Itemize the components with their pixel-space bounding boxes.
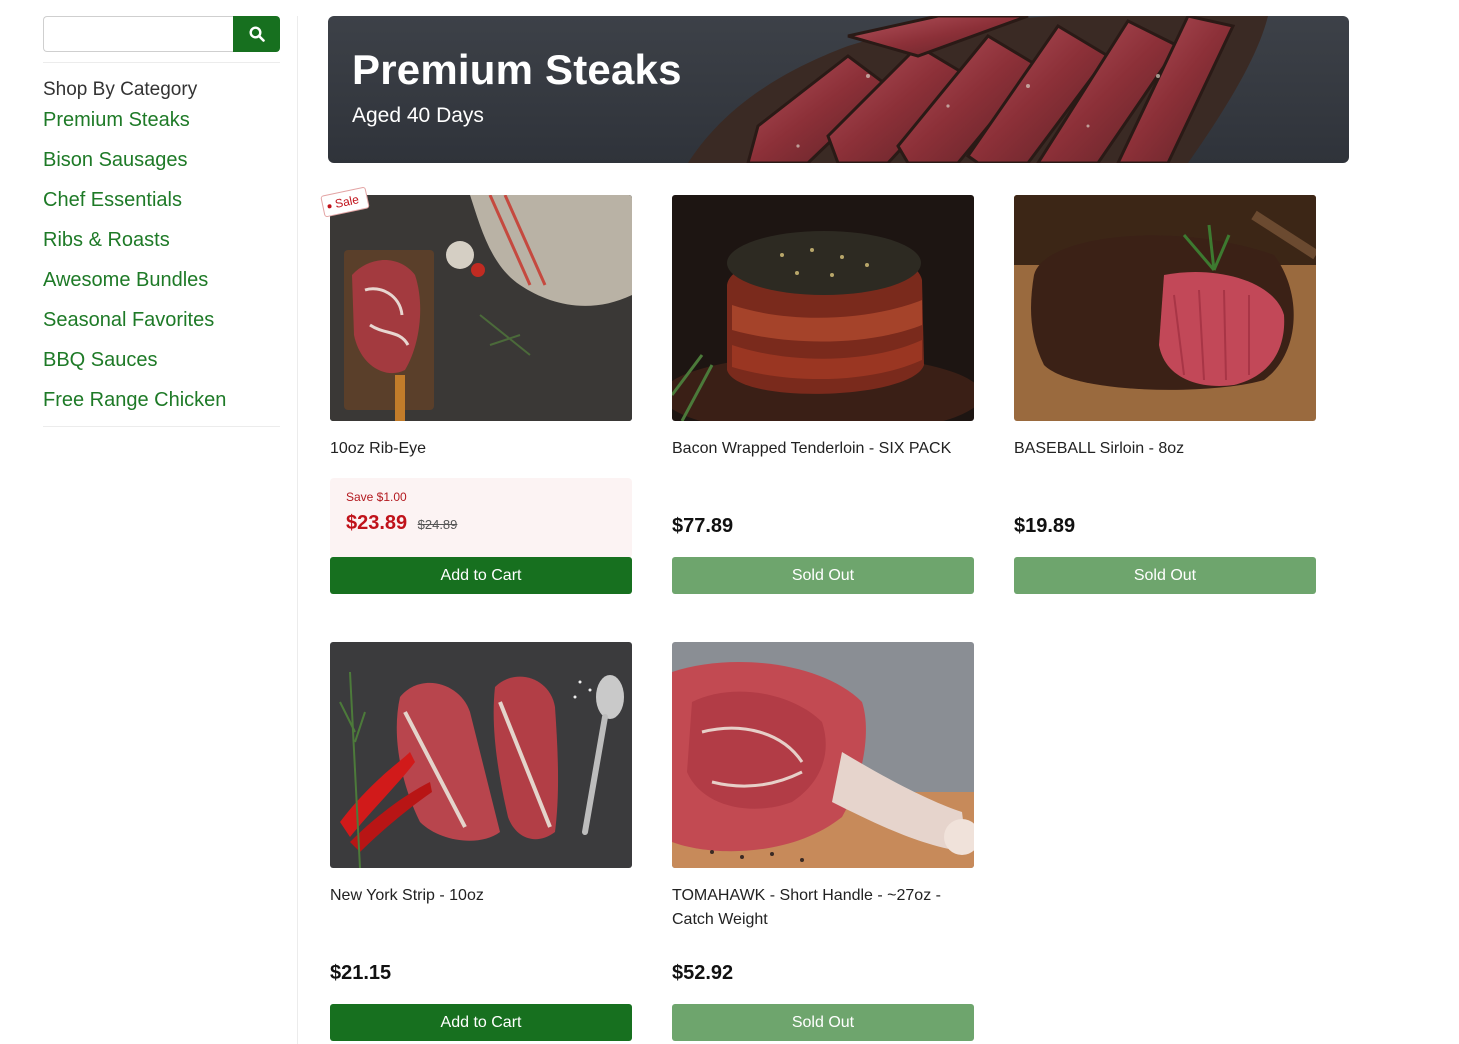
product-price: $77.89 <box>672 515 734 537</box>
price-box: $77.89 <box>672 515 974 538</box>
product-name: New York Strip - 10oz <box>330 887 484 904</box>
product-price: $19.89 <box>1014 515 1076 537</box>
price-box: Save $1.00 $23.89 $24.89 <box>330 478 632 558</box>
tomahawk-image <box>672 642 974 868</box>
banner-title: Premium Steaks <box>352 46 682 93</box>
search-bar <box>43 16 281 52</box>
product-name: TOMAHAWK - Short Handle - ~27oz - Catch … <box>672 887 941 928</box>
category-link-premium-steaks[interactable]: Premium Steaks <box>43 109 190 131</box>
sale-price-box: Save $1.00 $23.89 $24.89 <box>330 478 632 558</box>
sidebar: Shop By Category Premium Steaks Bison Sa… <box>43 16 281 427</box>
product-card: TOMAHAWK - Short Handle - ~27oz - Catch … <box>672 642 974 1041</box>
category-link-free-range-chicken[interactable]: Free Range Chicken <box>43 389 226 411</box>
product-card: New York Strip - 10oz $21.15 Add to Cart <box>330 642 632 1041</box>
sold-out-button[interactable]: Sold Out <box>672 557 974 594</box>
product-image-link[interactable] <box>1014 195 1316 421</box>
sold-out-button[interactable]: Sold Out <box>672 1004 974 1041</box>
price-box: $19.89 <box>1014 515 1316 538</box>
sidebar-border <box>297 16 298 1044</box>
category-link-chef-essentials[interactable]: Chef Essentials <box>43 189 182 211</box>
product-name: Bacon Wrapped Tenderloin - SIX PACK <box>672 440 952 457</box>
product-image-link[interactable] <box>330 195 632 421</box>
price-box: $52.92 <box>672 962 974 985</box>
product-card: BASEBALL Sirloin - 8oz $19.89 Sold Out <box>1014 195 1316 594</box>
sale-price: $23.89 <box>346 512 408 534</box>
product-image-link[interactable] <box>672 195 974 421</box>
product-image-link[interactable] <box>672 642 974 868</box>
search-icon <box>248 26 265 42</box>
category-link-seasonal-favorites[interactable]: Seasonal Favorites <box>43 309 214 331</box>
banner-subtitle: Aged 40 Days <box>352 104 484 127</box>
category-heading: Shop By Category <box>43 79 198 100</box>
save-amount: Save $1.00 <box>346 490 407 504</box>
sidebar-divider <box>43 62 280 63</box>
category-list: Premium Steaks Bison Sausages Chef Essen… <box>43 109 281 429</box>
add-to-cart-button[interactable]: Add to Cart <box>330 1004 632 1041</box>
original-price: $24.89 <box>417 517 458 532</box>
product-name: BASEBALL Sirloin - 8oz <box>1014 440 1185 457</box>
category-link-bbq-sauces[interactable]: BBQ Sauces <box>43 349 158 371</box>
new-york-strip-image <box>330 642 632 868</box>
category-link-bison-sausages[interactable]: Bison Sausages <box>43 149 188 171</box>
ribeye-image <box>330 195 632 421</box>
sidebar-divider-bottom <box>43 426 280 427</box>
category-link-ribs-roasts[interactable]: Ribs & Roasts <box>43 229 170 251</box>
product-card: Sale 10oz Rib-Eye Save $1.00 $23.89 $24.… <box>320 186 632 594</box>
tenderloin-image <box>672 195 974 421</box>
price-box: $21.15 <box>330 962 632 985</box>
product-price: $21.15 <box>330 962 392 984</box>
search-input[interactable] <box>43 16 233 52</box>
product-price: $52.92 <box>672 962 734 984</box>
sirloin-image <box>1014 195 1316 421</box>
product-card: Bacon Wrapped Tenderloin - SIX PACK $77.… <box>672 195 974 594</box>
category-link-awesome-bundles[interactable]: Awesome Bundles <box>43 269 208 291</box>
search-button[interactable] <box>233 16 280 52</box>
product-image-link[interactable] <box>330 642 632 868</box>
add-to-cart-button[interactable]: Add to Cart <box>330 557 632 594</box>
category-banner: Premium Steaks Aged 40 Days <box>328 16 1349 163</box>
sold-out-button[interactable]: Sold Out <box>1014 557 1316 594</box>
